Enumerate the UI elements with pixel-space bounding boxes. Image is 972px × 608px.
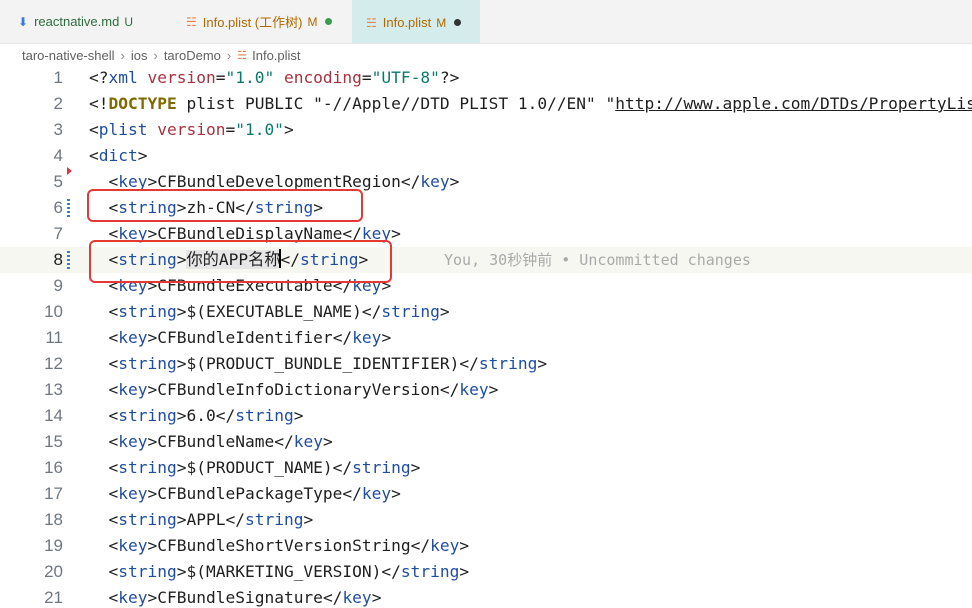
tab-label: Info.plist (工作树) (202, 15, 303, 30)
line-number: 12 (44, 354, 63, 373)
line-number: 11 (45, 328, 63, 347)
code-line: 13 <key>CFBundleInfoDictionaryVersion</k… (0, 377, 972, 403)
tab-label: Info.plist (382, 15, 432, 30)
tab-reactnative-md[interactable]: ⬇ reactnative.md U (18, 0, 133, 43)
breadcrumb-item[interactable]: Info.plist (252, 48, 300, 63)
unsaved-dot-icon[interactable] (325, 18, 333, 25)
tab-info-plist-active[interactable]: ☵ Info.plist M (352, 0, 480, 43)
code-line: 12 <string>$(PRODUCT_BUNDLE_IDENTIFIER)<… (0, 351, 972, 377)
markdown-icon: ⬇ (18, 14, 29, 29)
line-number: 19 (44, 536, 63, 555)
chevron-right-icon: › (153, 47, 158, 63)
line-number: 6 (53, 198, 63, 217)
line-number: 13 (44, 380, 63, 399)
breadcrumb-item[interactable]: taroDemo (164, 48, 221, 63)
line-number: 4 (53, 146, 63, 165)
line-number: 16 (44, 458, 63, 477)
git-blame-annotation: You, 30秒钟前 • Uncommitted changes (444, 251, 751, 269)
dtd-link[interactable]: http://www.apple.com/DTDs/PropertyList-1… (615, 94, 972, 113)
unsaved-dot-icon[interactable] (454, 19, 462, 26)
tab-label: reactnative.md (34, 14, 120, 29)
line-number: 20 (44, 562, 63, 581)
code-line: 20 <string>$(MARKETING_VERSION)</string> (0, 559, 972, 585)
code-line: 10 <string>$(EXECUTABLE_NAME)</string> (0, 299, 972, 325)
code-line: 16 <string>$(PRODUCT_NAME)</string> (0, 455, 972, 481)
line-number: 7 (53, 224, 63, 243)
code-line: 15 <key>CFBundleName</key> (0, 429, 972, 455)
breadcrumb: taro-native-shell › ios › taroDemo › ☵ I… (22, 46, 301, 64)
code-editor[interactable]: 1 <?xml version="1.0" encoding="UTF-8"?>… (0, 65, 972, 608)
line-number: 14 (44, 406, 63, 425)
line-number: 21 (44, 588, 63, 607)
git-status-badge: U (124, 14, 133, 29)
code-line: 4 <dict> (0, 143, 972, 169)
code-line: 3 <plist version="1.0"> (0, 117, 972, 143)
git-status-badge: M (436, 15, 447, 30)
line-number: 5 (53, 172, 63, 191)
code-line: 2 <!DOCTYPE plist PUBLIC "-//Apple//DTD … (0, 91, 972, 117)
code-line: 19 <key>CFBundleShortVersionString</key> (0, 533, 972, 559)
line-number: 2 (53, 94, 63, 113)
line-number: 9 (53, 276, 63, 295)
code-line: 1 <?xml version="1.0" encoding="UTF-8"?> (0, 65, 972, 91)
tab-info-plist-working-tree[interactable]: ☵ Info.plist (工作树) M (186, 0, 333, 43)
modified-line-marker-icon[interactable] (67, 199, 70, 217)
annotation-highlight-box (87, 189, 363, 222)
deleted-line-marker-icon[interactable] (67, 167, 72, 175)
line-number: 1 (53, 68, 63, 87)
code-line: 17 <key>CFBundlePackageType</key> (0, 481, 972, 507)
code-line: 21 <key>CFBundleSignature</key> (0, 585, 972, 608)
line-number: 10 (44, 302, 63, 321)
rss-file-icon: ☵ (237, 49, 248, 62)
code-line: 18 <string>APPL</string> (0, 507, 972, 533)
annotation-highlight-box (89, 240, 392, 283)
rss-file-icon: ☵ (186, 14, 197, 29)
tab-bar: ⬇ reactnative.md U ☵ Info.plist (工作树) M … (0, 0, 972, 44)
line-number: 17 (44, 484, 63, 503)
chevron-right-icon: › (120, 47, 125, 63)
code-line: 14 <string>6.0</string> (0, 403, 972, 429)
git-status-badge: M (307, 14, 318, 29)
code-line: 11 <key>CFBundleIdentifier</key> (0, 325, 972, 351)
rss-file-icon: ☵ (366, 15, 377, 30)
line-number: 3 (53, 120, 63, 139)
breadcrumb-item[interactable]: ios (131, 48, 148, 63)
line-number: 8 (53, 250, 63, 269)
modified-line-marker-icon[interactable] (67, 251, 70, 269)
breadcrumb-item[interactable]: taro-native-shell (22, 48, 115, 63)
line-number: 18 (44, 510, 63, 529)
line-number: 15 (44, 432, 63, 451)
chevron-right-icon: › (226, 47, 232, 63)
